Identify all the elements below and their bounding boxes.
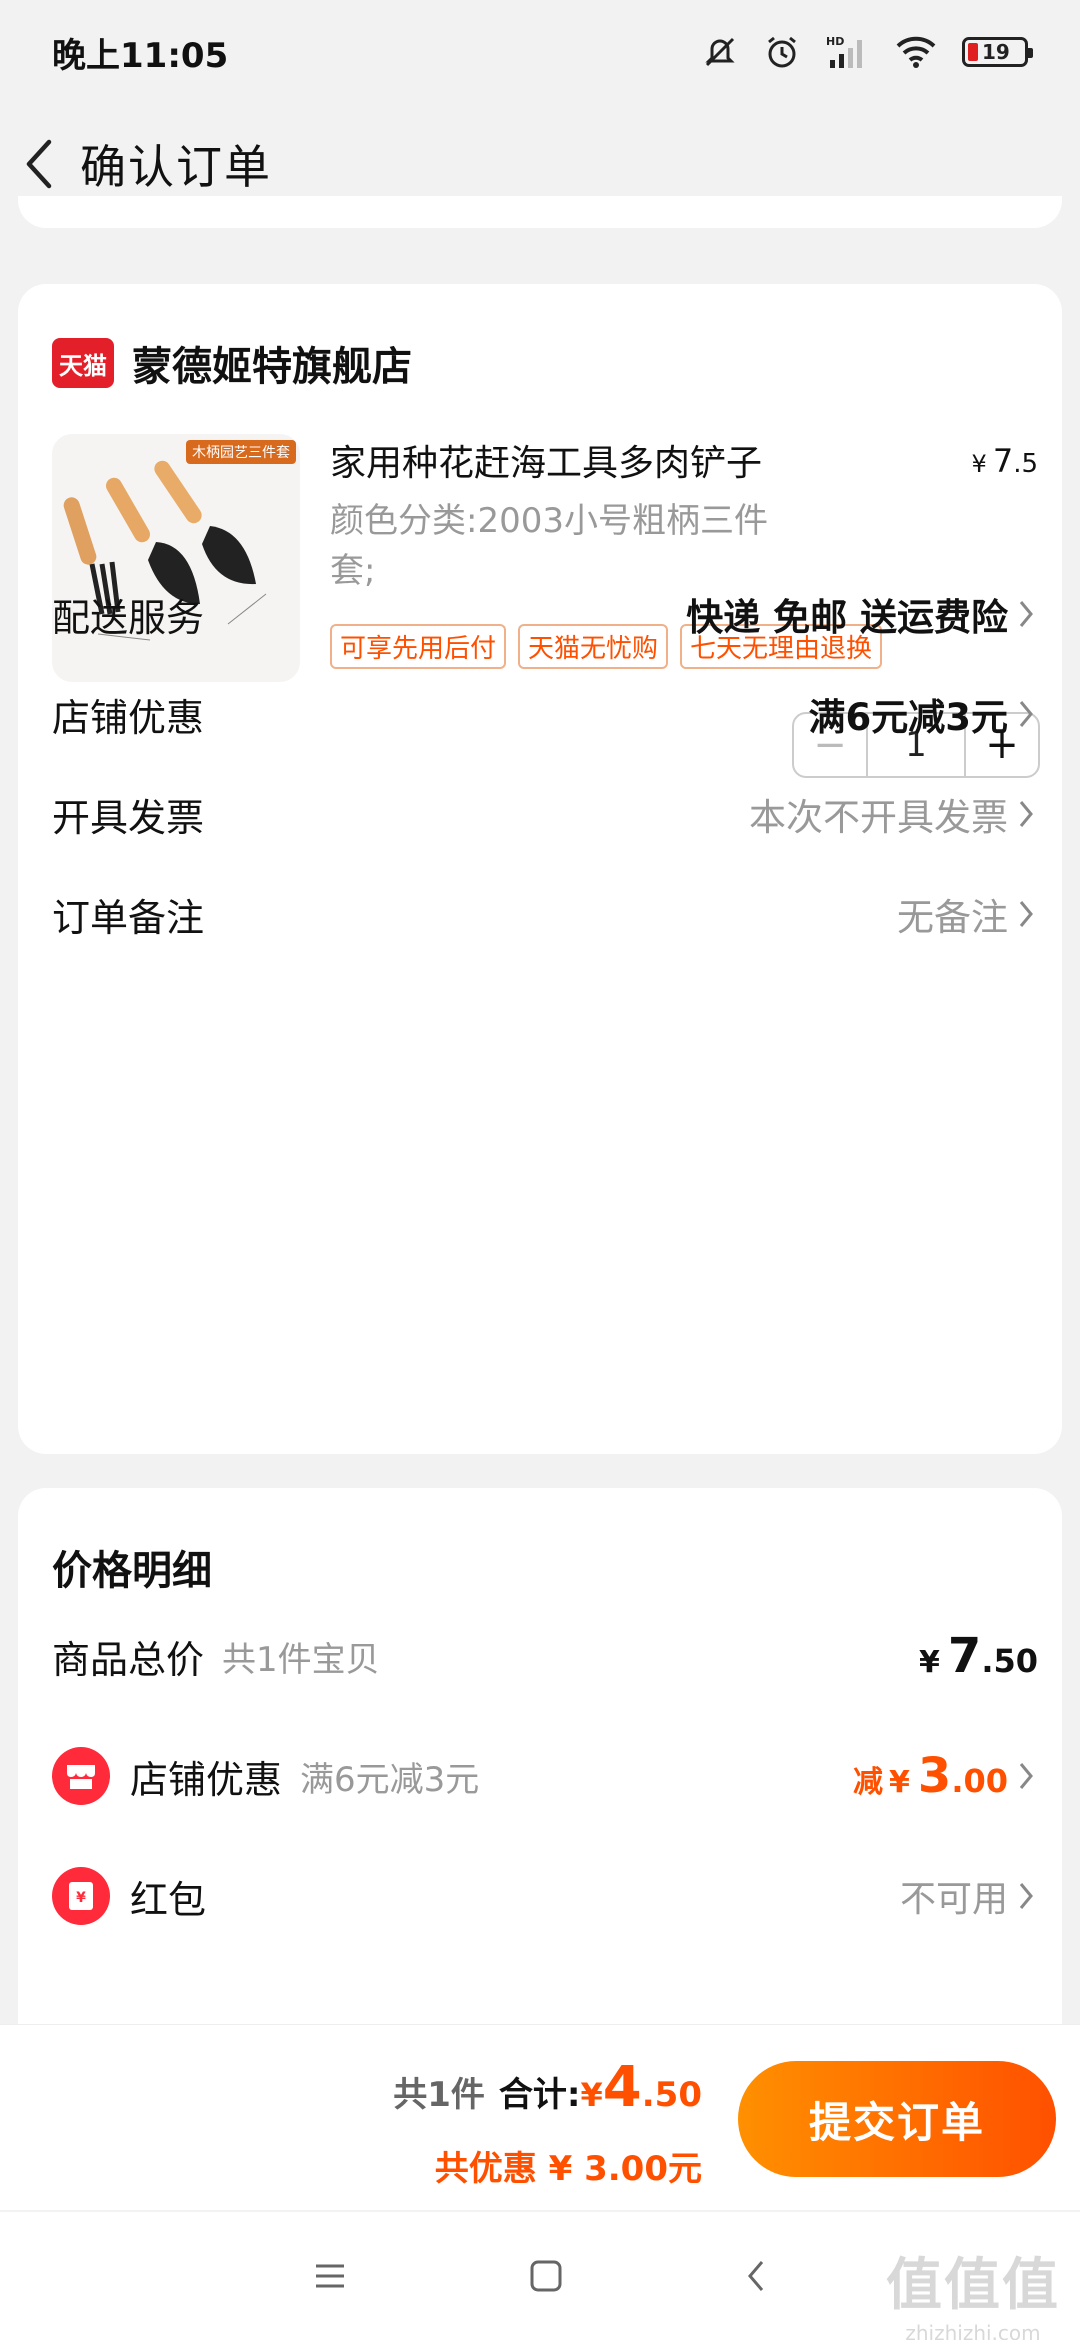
order-note-value: 无备注 [897,896,1008,939]
wifi-icon [896,36,936,68]
checkout-bar: 共1件 合计: ¥4.50 共优惠 ¥ 3.00元 提交订单 [0,2024,1080,2210]
goods-count: 共1件宝贝 [222,1639,380,1680]
back-nav-icon[interactable] [744,2258,768,2294]
shop-name: 蒙德姬特旗舰店 [132,344,412,390]
total-amount: ¥4.50 [580,2055,702,2120]
product-price: ¥7.5 [971,442,1038,480]
red-packet-value: 不可用 [899,1879,1008,1920]
battery-level: 19 [982,40,1010,64]
invoice-value: 本次不开具发票 [749,796,1008,839]
chevron-right-icon [1018,1879,1038,1913]
shop-header[interactable]: 天猫 蒙德姬特旗舰店 [52,334,412,392]
delivery-row[interactable]: 配送服务 快递 免邮 送运费险 [52,584,1038,644]
mute-icon [705,37,735,67]
menu-icon[interactable] [312,2261,348,2291]
price-detail-title: 价格明细 [52,1548,212,1594]
battery-icon: 19 [962,37,1033,67]
shop-discount-row[interactable]: 店铺优惠 满6元减3元 [52,684,1038,744]
invoice-row[interactable]: 开具发票 本次不开具发票 [52,784,1038,844]
chevron-right-icon [1018,797,1038,831]
status-icons: HD 19 [702,34,1033,70]
shop-order-card: 天猫 蒙德姬特旗舰店 木柄园艺三件套 家用种花赶海工具多肉铲子 ¥7.5 颜色分… [18,284,1062,1454]
chevron-right-icon [1018,597,1038,631]
shop-coupon-amount: 减 ¥3.00 [853,1748,1008,1804]
chevron-right-icon [1018,1759,1038,1793]
total-summary: 共1件 合计: ¥4.50 [393,2055,702,2120]
price-detail-card: 价格明细 商品总价 共1件宝贝 ¥7.50 店铺优惠 满6元减3元 减 ¥3.00… [18,1488,1062,2028]
home-icon[interactable] [528,2258,564,2294]
product-image-tag: 木柄园艺三件套 [186,440,296,464]
shop-coupon-row[interactable]: 店铺优惠 满6元减3元 减 ¥3.00 [52,1744,1038,1808]
item-count: 共1件 [393,2075,485,2115]
product-title[interactable]: 家用种花赶海工具多肉铲子 [330,434,762,486]
status-time: 晚上11:05 [52,35,229,76]
svg-text:HD: HD [826,35,844,48]
status-bar: 晚上11:05 HD 19 [0,0,1080,104]
goods-total-row: 商品总价 共1件宝贝 ¥7.50 [52,1624,1038,1688]
delivery-label: 配送服务 [52,595,205,640]
shop-coupon-label: 店铺优惠 [130,1757,283,1802]
tmall-logo: 天猫 [52,338,114,388]
chevron-right-icon [1018,897,1038,931]
product-spec[interactable]: 颜色分类:2003小号粗柄三件 套; [330,496,870,596]
red-packet-icon: ¥ [52,1867,110,1925]
total-saved: 共优惠 ¥ 3.00元 [434,2149,702,2189]
garden-tools-illustration [63,460,267,641]
goods-total-amount: ¥7.50 [919,1628,1038,1684]
watermark: 值值值 zhizhizhi.com [886,2253,1060,2340]
order-note-row[interactable]: 订单备注 无备注 [52,884,1038,944]
chevron-left-icon [26,139,52,189]
previous-card-edge [18,196,1062,228]
shop-coupon-rule: 满6元减3元 [300,1759,480,1800]
submit-order-button[interactable]: 提交订单 [738,2061,1056,2177]
invoice-label: 开具发票 [52,795,205,840]
shop-discount-label: 店铺优惠 [52,695,205,740]
back-button[interactable] [14,134,64,194]
product-image[interactable]: 木柄园艺三件套 [52,434,300,682]
red-packet-label: 红包 [130,1877,207,1922]
svg-text:¥: ¥ [76,1890,86,1906]
alarm-icon [768,36,796,68]
delivery-value: 快递 免邮 送运费险 [686,596,1008,639]
page-title: 确认订单 [80,140,272,194]
order-note-label: 订单备注 [52,895,205,940]
total-label: 合计: [498,2075,581,2115]
goods-total-label: 商品总价 [52,1637,205,1682]
red-packet-row[interactable]: ¥ 红包 不可用 [52,1864,1038,1928]
chevron-right-icon [1018,697,1038,731]
signal-icon: HD [826,35,862,68]
shop-icon [52,1747,110,1805]
shop-discount-value: 满6元减3元 [808,696,1009,739]
